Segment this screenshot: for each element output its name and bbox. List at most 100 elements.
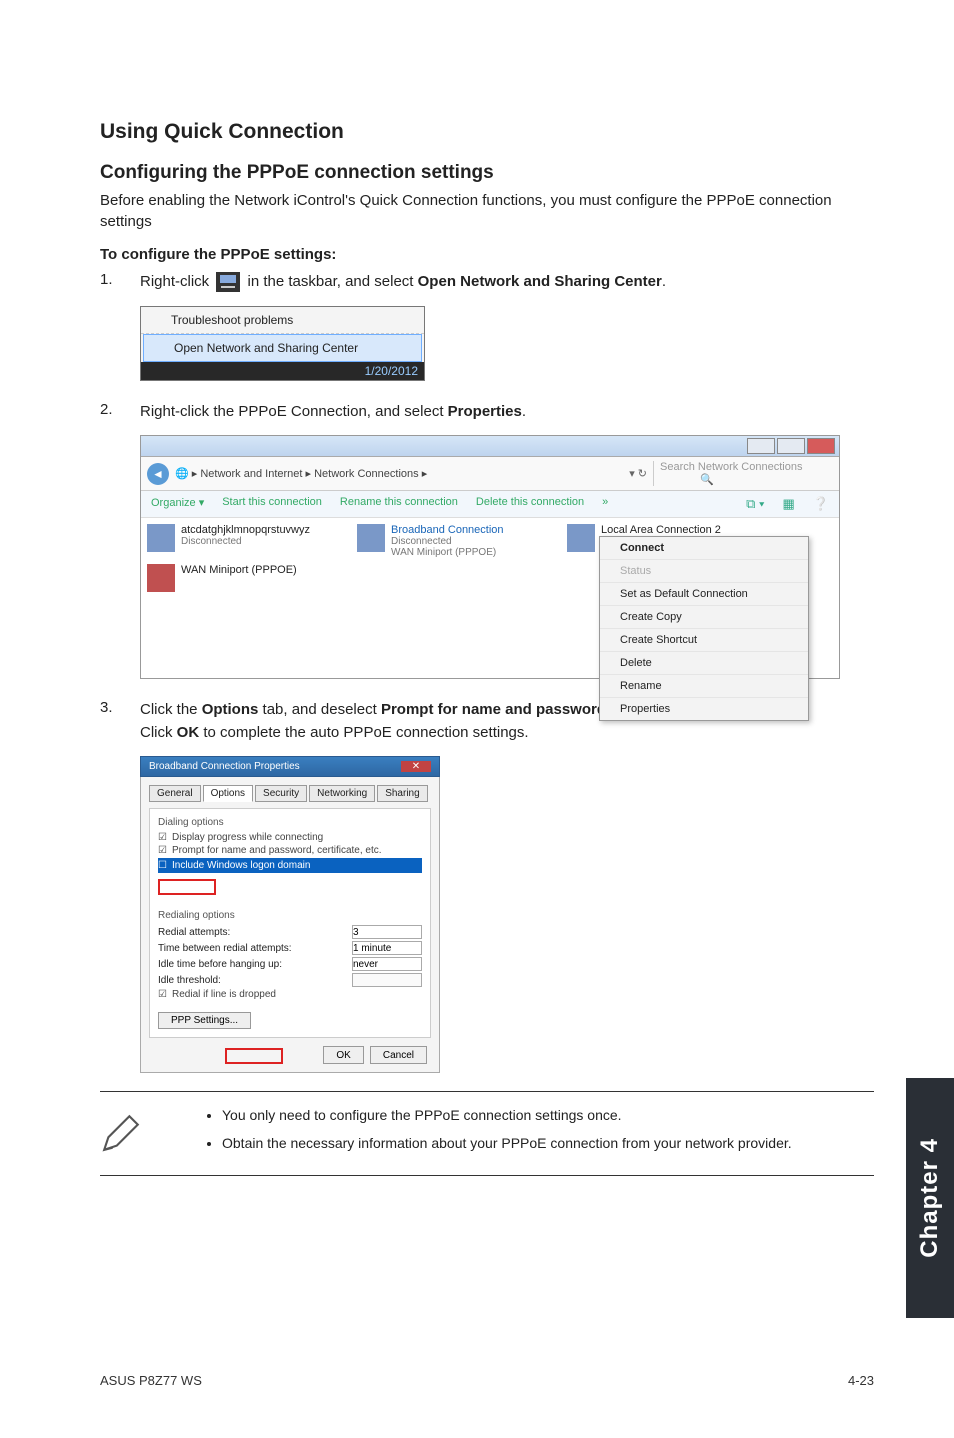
- nav-back-button[interactable]: ◄: [147, 463, 169, 485]
- tab-sharing[interactable]: Sharing: [377, 785, 427, 802]
- step-1-post: in the taskbar, and select: [248, 273, 414, 290]
- search-box[interactable]: Search Network Connections 🔍: [653, 461, 833, 486]
- note-1: You only need to configure the PPPoE con…: [222, 1106, 792, 1126]
- redial-time-input[interactable]: [352, 941, 422, 955]
- redial-attempts-input[interactable]: [352, 925, 422, 939]
- toolbar-delete[interactable]: Delete this connection: [476, 496, 584, 512]
- cancel-button[interactable]: Cancel: [370, 1046, 427, 1064]
- chk-redial-dropped[interactable]: Redial if line is dropped: [158, 989, 422, 1000]
- note-icon: [100, 1106, 142, 1161]
- step-1-bold: Open Network and Sharing Center: [418, 273, 662, 290]
- chapter-tab-label: Chapter 4: [916, 1138, 944, 1258]
- idle-threshold-label: Idle threshold:: [158, 975, 221, 986]
- chk-display-progress[interactable]: Display progress while connecting: [158, 832, 422, 843]
- highlight-box-1: [158, 879, 216, 895]
- ctx-properties[interactable]: Properties: [600, 698, 808, 720]
- step-2: 2. Right-click the PPPoE Connection, and…: [100, 401, 874, 424]
- step-3-number: 3.: [100, 699, 140, 716]
- layout-icon[interactable]: ▦: [783, 496, 795, 512]
- tab-security[interactable]: Security: [255, 785, 307, 802]
- taskbar-date: 1/20/2012: [141, 362, 424, 380]
- configure-heading: To configure the PPPoE settings:: [100, 246, 874, 263]
- menu-open-network-sharing[interactable]: Open Network and Sharing Center: [143, 334, 422, 362]
- conn-4-title[interactable]: Local Area Connection 2: [601, 524, 721, 536]
- s3-l1-b1: Options: [202, 701, 259, 718]
- screenshot-tray-menu: Troubleshoot problems Open Network and S…: [140, 306, 425, 381]
- ctx-copy[interactable]: Create Copy: [600, 606, 808, 629]
- ctx-connect[interactable]: Connect: [600, 537, 808, 560]
- heading-using-quick-connection: Using Quick Connection: [100, 120, 874, 144]
- conn-3-sub2: WAN Miniport (PPPOE): [391, 547, 504, 558]
- step-2-bold: Properties: [448, 403, 522, 420]
- taskbar-network-icon: [216, 272, 240, 292]
- footer-right: 4-23: [848, 1373, 874, 1388]
- chk-include-logon-domain[interactable]: Include Windows logon domain: [158, 858, 422, 873]
- tab-options[interactable]: Options: [203, 785, 253, 802]
- search-placeholder: Search Network Connections: [660, 461, 802, 473]
- step-2-pre: Right-click the PPPoE Connection, and se…: [140, 403, 448, 420]
- note-box: You only need to configure the PPPoE con…: [100, 1091, 874, 1176]
- help-icon[interactable]: ❔: [813, 496, 829, 512]
- tab-general[interactable]: General: [149, 785, 201, 802]
- window-maximize-button[interactable]: [777, 438, 805, 454]
- search-icon: 🔍: [700, 473, 714, 486]
- ok-button[interactable]: OK: [323, 1046, 363, 1064]
- redial-attempts-label: Redial attempts:: [158, 927, 230, 938]
- step-1: 1. Right-click in the taskbar, and selec…: [100, 271, 874, 294]
- toolbar-start[interactable]: Start this connection: [222, 496, 322, 512]
- conn-1-sub: Disconnected: [181, 536, 310, 547]
- step-1-pre: Right-click: [140, 273, 209, 290]
- connection-icon: [147, 564, 175, 592]
- highlight-box-2: [225, 1048, 283, 1064]
- chk-prompt-name-password[interactable]: Prompt for name and password, certificat…: [158, 845, 422, 856]
- ctx-status: Status: [600, 560, 808, 583]
- conn-3-title[interactable]: Broadband Connection: [391, 524, 504, 536]
- ctx-rename[interactable]: Rename: [600, 675, 808, 698]
- connection-icon: [147, 524, 175, 552]
- dialog-close-button[interactable]: ✕: [401, 761, 431, 772]
- conn-3-sub: Disconnected: [391, 536, 504, 547]
- toolbar-organize[interactable]: Organize ▾: [151, 496, 204, 512]
- tab-networking[interactable]: Networking: [309, 785, 375, 802]
- intro-text: Before enabling the Network iControl's Q…: [100, 190, 874, 232]
- step-1-number: 1.: [100, 271, 140, 288]
- s3-l2-post: to complete the auto PPPoE connection se…: [199, 724, 528, 741]
- toolbar-more[interactable]: »: [602, 496, 608, 512]
- ctx-default[interactable]: Set as Default Connection: [600, 583, 808, 606]
- redial-time-label: Time between redial attempts:: [158, 943, 292, 954]
- window-titlebar: [141, 436, 839, 457]
- s3-l1-mid: tab, and deselect: [258, 701, 381, 718]
- breadcrumb-path[interactable]: 🌐 ▸ Network and Internet ▸ Network Conne…: [175, 467, 623, 480]
- connection-icon: [567, 524, 595, 552]
- idle-time-input[interactable]: [352, 957, 422, 971]
- s3-l1-pre: Click the: [140, 701, 202, 718]
- ctx-shortcut[interactable]: Create Shortcut: [600, 629, 808, 652]
- idle-time-label: Idle time before hanging up:: [158, 959, 282, 970]
- step-2-end: .: [522, 403, 526, 420]
- step-1-text: Right-click in the taskbar, and select O…: [140, 271, 666, 294]
- window-close-button[interactable]: [807, 438, 835, 454]
- idle-threshold-input[interactable]: [352, 973, 422, 987]
- menu-troubleshoot[interactable]: Troubleshoot problems: [141, 307, 424, 334]
- conn-1-title[interactable]: atcdatghjklmnopqrstuvwyz: [181, 524, 310, 536]
- breadcrumb-text: Network and Internet ▸ Network Connectio…: [200, 468, 427, 480]
- step-2-number: 2.: [100, 401, 140, 418]
- view-icon[interactable]: ⧉ ▾: [746, 496, 764, 512]
- dialing-options-label: Dialing options: [158, 817, 422, 828]
- ctx-delete[interactable]: Delete: [600, 652, 808, 675]
- redialing-options-label: Redialing options: [158, 910, 422, 921]
- s3-l2-b: OK: [177, 724, 200, 741]
- screenshot-properties-dialog: Broadband Connection Properties ✕ Genera…: [140, 756, 440, 1073]
- heading-configuring-pppoe: Configuring the PPPoE connection setting…: [100, 162, 874, 184]
- conn-2-title[interactable]: WAN Miniport (PPPOE): [181, 564, 297, 576]
- context-menu: Connect Status Set as Default Connection…: [599, 536, 809, 721]
- screenshot-network-connections: ◄ 🌐 ▸ Network and Internet ▸ Network Con…: [140, 435, 840, 679]
- toolbar-rename[interactable]: Rename this connection: [340, 496, 458, 512]
- ppp-settings-button[interactable]: PPP Settings...: [158, 1012, 251, 1029]
- window-minimize-button[interactable]: [747, 438, 775, 454]
- connection-icon: [357, 524, 385, 552]
- chapter-tab: Chapter 4: [906, 1078, 954, 1318]
- dialog-title: Broadband Connection Properties: [149, 761, 300, 772]
- s3-l2-pre: Click: [140, 724, 177, 741]
- note-2: Obtain the necessary information about y…: [222, 1134, 792, 1154]
